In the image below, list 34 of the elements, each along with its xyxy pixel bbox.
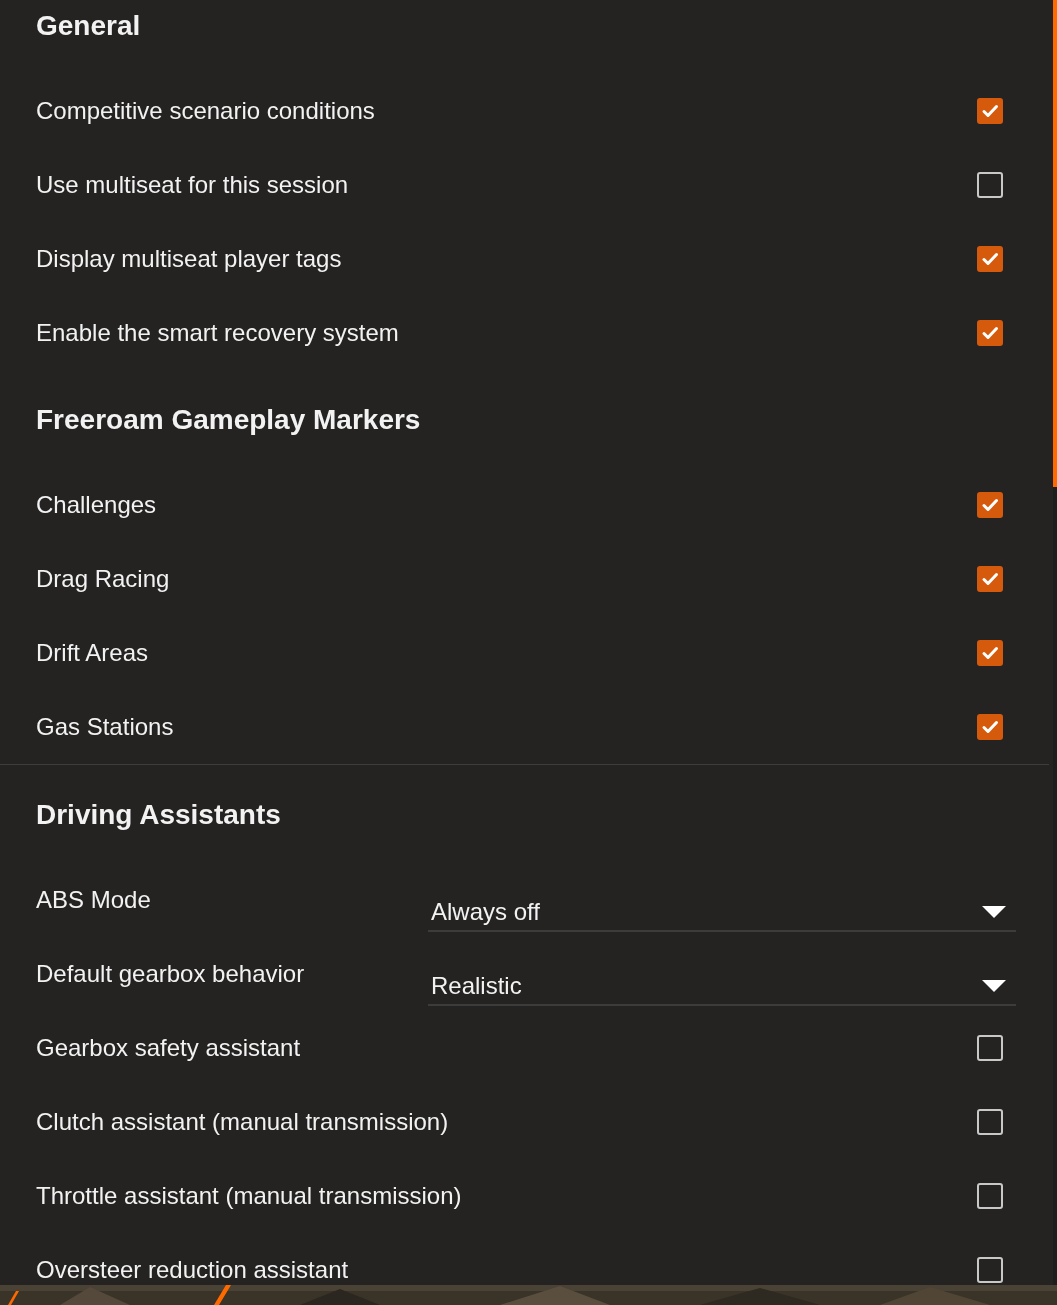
setting-label: Display multiseat player tags (36, 245, 343, 273)
section-heading: Freeroam Gameplay Markers (36, 404, 421, 436)
setting-label: Clutch assistant (manual transmission) (36, 1108, 449, 1136)
setting-label: Throttle assistant (manual transmission) (36, 1182, 462, 1210)
setting-label: Default gearbox behavior (36, 960, 306, 988)
setting-label: Challenges (36, 491, 158, 519)
caret-icon (982, 980, 1006, 992)
setting-label: Enable the smart recovery system (36, 319, 400, 347)
checkbox[interactable] (977, 98, 1003, 124)
section-heading: Driving Assistants (36, 799, 281, 831)
setting-label: Gas Stations (36, 713, 175, 741)
scrollbar-thumb[interactable] (1053, 0, 1057, 487)
setting-label: Oversteer reduction assistant (36, 1256, 350, 1284)
dropdown[interactable]: Always off (428, 888, 1016, 932)
section-heading: General (36, 10, 141, 42)
setting-label: Drag Racing (36, 565, 171, 593)
checkbox[interactable] (977, 640, 1003, 666)
checkbox[interactable] (977, 172, 1003, 198)
setting-label: Competitive scenario conditions (36, 97, 376, 125)
checkbox[interactable] (977, 320, 1003, 346)
checkbox[interactable] (977, 492, 1003, 518)
checkbox[interactable] (977, 246, 1003, 272)
checkbox[interactable] (977, 566, 1003, 592)
checkbox[interactable] (977, 1183, 1003, 1209)
caret-icon (982, 906, 1006, 918)
setting-label: Use multiseat for this session (36, 171, 350, 199)
checkbox[interactable] (977, 1109, 1003, 1135)
setting-label: Drift Areas (36, 639, 150, 667)
setting-label: ABS Mode (36, 886, 152, 914)
checkbox[interactable] (977, 1257, 1003, 1283)
dropdown[interactable]: Realistic (428, 962, 1016, 1006)
checkbox[interactable] (977, 714, 1003, 740)
setting-label: Gearbox safety assistant (36, 1034, 302, 1062)
checkbox[interactable] (977, 1035, 1003, 1061)
